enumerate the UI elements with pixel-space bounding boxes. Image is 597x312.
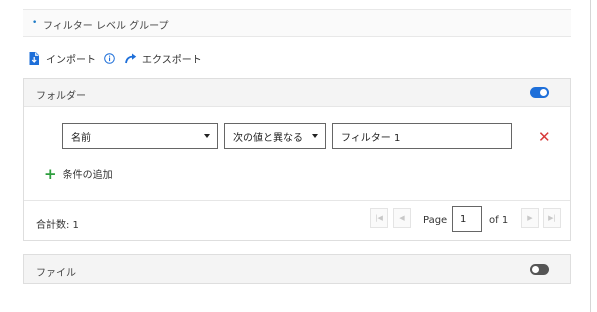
chevron-down-icon (204, 134, 210, 138)
export-arrow-icon[interactable] (125, 53, 137, 64)
import-file-icon[interactable] (28, 51, 40, 65)
folder-filter-panel: フォルダー 名前 次の値と異なる フィルター 1 ✕ + 条件の追加 合計数: … (23, 78, 571, 241)
folder-panel-footer: 合計数: 1 |◀ ◀ Page 1 of 1 ▶ ▶| (24, 200, 570, 240)
export-button[interactable]: エクスポート (142, 51, 202, 66)
next-page-button[interactable]: ▶ (521, 208, 539, 228)
page-label: Page (423, 215, 448, 226)
group-title: フィルター レベル グループ (43, 21, 169, 32)
prev-page-button[interactable]: ◀ (393, 208, 411, 228)
import-export-toolbar: インポート エクスポート (28, 50, 202, 66)
import-button[interactable]: インポート (46, 51, 96, 66)
add-condition-label: 条件の追加 (62, 170, 113, 181)
operator-select[interactable]: 次の値と異なる (224, 123, 326, 149)
window-edge (590, 0, 591, 312)
first-page-button[interactable]: |◀ (370, 208, 388, 228)
file-filter-panel: ファイル (23, 254, 571, 284)
plus-icon: + (44, 164, 57, 183)
operator-select-value: 次の値と異なる (233, 132, 303, 144)
file-panel-title: ファイル (36, 268, 76, 279)
total-count: 合計数: 1 (36, 220, 79, 231)
bullet-icon: • (32, 18, 38, 28)
folder-panel-title: フォルダー (36, 91, 86, 102)
page-number-input[interactable]: 1 (452, 206, 482, 232)
value-input[interactable]: フィルター 1 (332, 123, 512, 149)
file-enable-toggle[interactable] (530, 264, 549, 275)
last-page-button[interactable]: ▶| (543, 208, 561, 228)
field-select-value: 名前 (71, 132, 91, 144)
folder-enable-toggle[interactable] (530, 87, 549, 98)
toggle-knob (532, 266, 539, 273)
value-input-text: フィルター 1 (341, 132, 401, 144)
page-number-value: 1 (460, 213, 467, 225)
field-select[interactable]: 名前 (62, 123, 218, 149)
filter-level-group-header: • フィルター レベル グループ (23, 9, 571, 37)
info-icon[interactable] (104, 52, 115, 64)
folder-panel-header: フォルダー (24, 79, 570, 107)
toggle-knob (540, 89, 547, 96)
chevron-down-icon (312, 134, 318, 138)
add-condition-button[interactable]: + 条件の追加 (44, 166, 113, 181)
page-of-label: of 1 (489, 215, 509, 226)
remove-condition-icon[interactable]: ✕ (538, 130, 551, 145)
